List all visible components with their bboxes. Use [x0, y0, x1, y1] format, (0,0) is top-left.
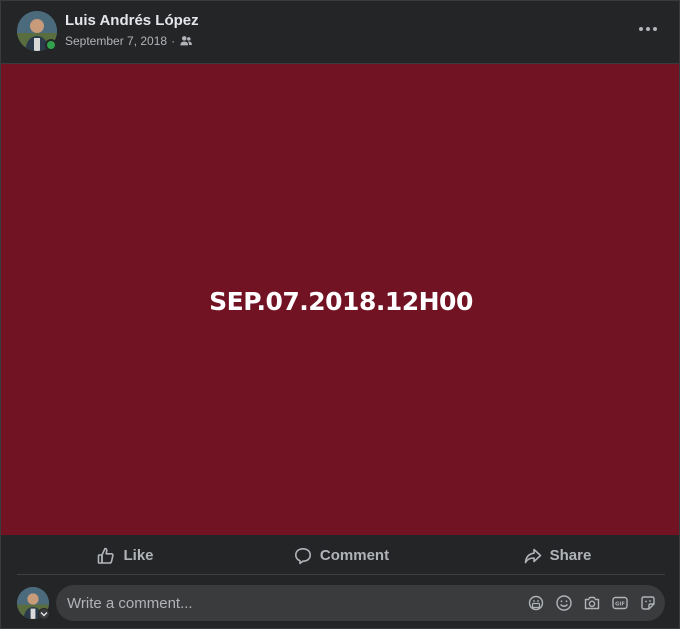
share-label: Share	[549, 547, 592, 564]
post-banner-image[interactable]: SEP.07.2018.12H00	[1, 63, 679, 535]
comment-tools: GIF	[527, 585, 657, 621]
avatar-sticker-icon[interactable]	[527, 594, 545, 612]
online-status-indicator	[45, 39, 57, 51]
banner-text: SEP.07.2018.12H00	[209, 287, 473, 316]
post-meta: September 7, 2018 ·	[65, 34, 193, 48]
comment-label: Comment	[319, 547, 390, 564]
svg-text:GIF: GIF	[615, 602, 625, 608]
meta-separator: ·	[171, 34, 176, 48]
comment-button[interactable]: Comment	[233, 537, 449, 574]
like-button[interactable]: Like	[17, 537, 233, 574]
friends-icon[interactable]	[179, 34, 193, 48]
like-icon	[98, 547, 115, 564]
emoji-icon[interactable]	[555, 594, 573, 612]
share-icon	[524, 548, 541, 563]
post-card: Luis Andrés López September 7, 2018 · SE	[0, 0, 680, 629]
sticker-icon[interactable]	[639, 594, 657, 612]
share-button[interactable]: Share	[449, 537, 665, 574]
more-options-button[interactable]	[631, 15, 665, 43]
post-date[interactable]: September 7, 2018	[65, 34, 167, 48]
camera-icon[interactable]	[583, 594, 601, 612]
author-name[interactable]: Luis Andrés López	[65, 12, 199, 29]
chevron-down-icon[interactable]	[38, 608, 50, 620]
comment-composer: GIF	[56, 585, 665, 621]
comment-icon	[294, 547, 311, 564]
post-header: Luis Andrés López September 7, 2018 ·	[1, 1, 679, 63]
more-icon	[639, 27, 657, 31]
post-actions: Like Comment Share	[17, 537, 665, 575]
gif-icon[interactable]: GIF	[611, 594, 629, 612]
like-label: Like	[123, 547, 154, 564]
comment-input[interactable]	[56, 585, 516, 621]
